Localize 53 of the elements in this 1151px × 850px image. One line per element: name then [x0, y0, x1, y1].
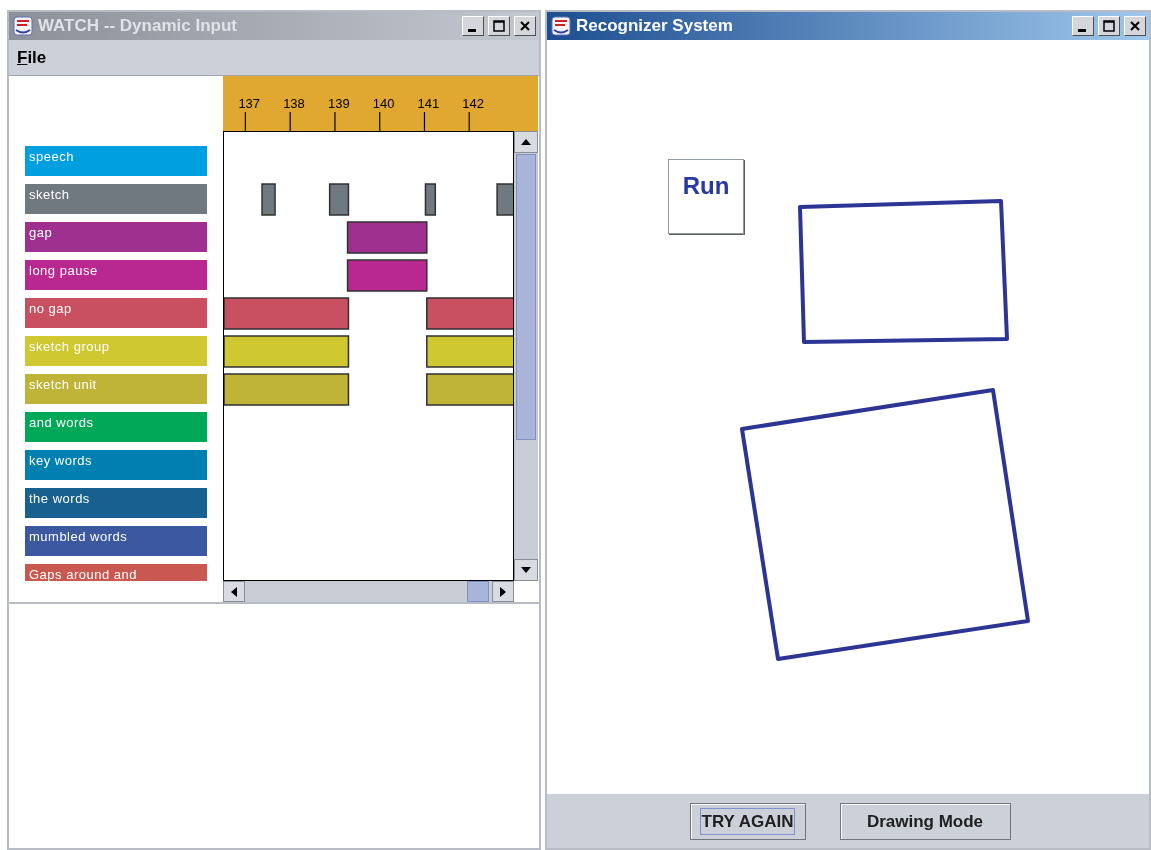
window-title: WATCH -- Dynamic Input — [38, 15, 238, 38]
timeline-bar — [424, 183, 437, 216]
legend-item: key words — [25, 450, 207, 480]
horizontal-scrollbar[interactable] — [223, 581, 514, 602]
down-arrow-icon — [520, 566, 532, 574]
tick-label: 138 — [283, 96, 305, 111]
legend-item: sketch group — [25, 336, 207, 366]
tick-label: 140 — [372, 96, 395, 111]
legend-item: Gaps around and — [25, 564, 207, 581]
scroll-down-button[interactable] — [514, 559, 538, 581]
legend-item: sketch unit — [25, 374, 207, 404]
window-title: Recognizer System — [576, 15, 734, 38]
action-button[interactable]: TRY AGAIN — [689, 803, 806, 840]
close-button[interactable] — [514, 16, 536, 36]
right-arrow-icon — [499, 585, 507, 598]
legend-item: mumbled words — [25, 526, 207, 556]
minimize-icon — [467, 28, 476, 32]
timeline-bar — [261, 183, 276, 216]
minimize-button[interactable] — [462, 16, 484, 36]
legend-item: speech — [25, 146, 207, 176]
maximize-icon — [492, 19, 506, 33]
scroll-thumb[interactable] — [467, 581, 489, 602]
maximize-button[interactable] — [488, 16, 510, 36]
scroll-thumb[interactable] — [516, 154, 536, 440]
menu-item[interactable]: File — [15, 44, 49, 71]
up-arrow-icon — [520, 138, 532, 146]
left-arrow-icon — [230, 585, 238, 598]
tick-label: 142 — [462, 96, 484, 111]
maximize-button[interactable] — [1098, 16, 1120, 36]
minimize-button[interactable] — [1072, 16, 1094, 36]
tick-label: 139 — [327, 96, 350, 111]
action-button[interactable]: Drawing Mode — [839, 803, 1011, 840]
close-icon — [1128, 19, 1142, 33]
run-button[interactable]: Run — [668, 159, 744, 234]
legend-item: long pause — [25, 260, 207, 290]
close-button[interactable] — [1124, 16, 1146, 36]
tick-label: 141 — [417, 96, 440, 111]
legend-item: sketch — [25, 184, 207, 214]
app-icon — [550, 15, 572, 37]
close-icon — [518, 19, 532, 33]
app-icon — [12, 15, 34, 37]
timeline-bar — [328, 183, 350, 216]
legend-item: and words — [25, 412, 207, 442]
minimize-icon — [1077, 28, 1086, 32]
legend-item: no gap — [25, 298, 207, 328]
scroll-left-button[interactable] — [223, 581, 245, 602]
maximize-icon — [1102, 19, 1116, 33]
tick-label: 137 — [238, 96, 261, 111]
legend-item: gap — [25, 222, 207, 252]
scroll-up-button[interactable] — [514, 131, 538, 153]
legend-item: the words — [25, 488, 207, 518]
vertical-scrollbar[interactable] — [514, 131, 538, 581]
scroll-right-button[interactable] — [492, 581, 514, 602]
